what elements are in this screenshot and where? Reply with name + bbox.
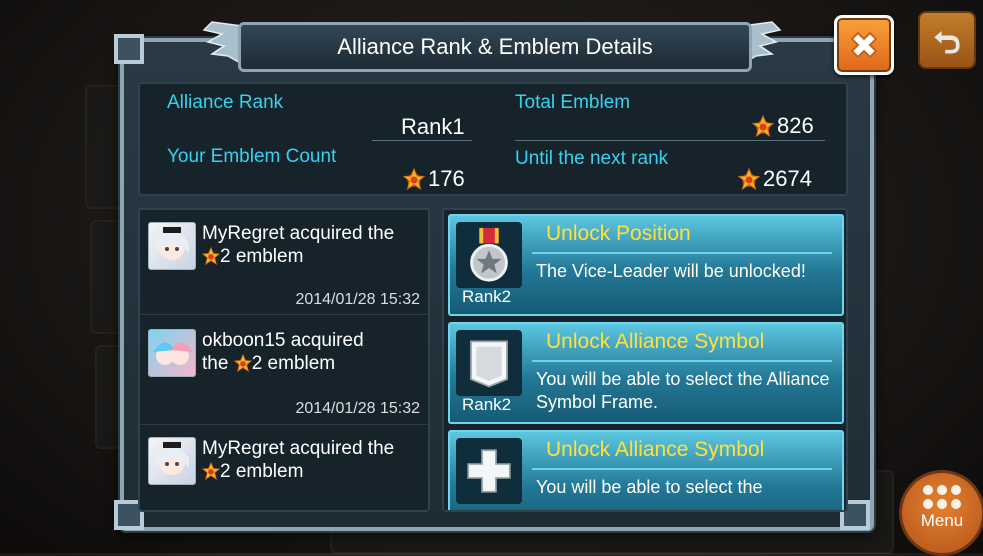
- alliance-rank-value: Rank1: [401, 114, 465, 140]
- feed-message: MyRegret acquired the 2 emblem: [202, 222, 424, 268]
- emblem-star-icon: [233, 354, 252, 372]
- divider: [372, 140, 472, 141]
- unlock-card: Rank2 Unlock Alliance Symbol You will be…: [448, 322, 844, 424]
- next-rank-text: 2674: [763, 166, 812, 191]
- total-emblem-label: Total Emblem: [515, 92, 631, 113]
- back-button[interactable]: [918, 11, 976, 69]
- next-rank-label: Until the next rank: [515, 148, 669, 169]
- dialog-corner: [114, 34, 144, 64]
- unlock-description: You will be able to select the: [536, 477, 763, 497]
- feed-message-line: 2 emblem: [251, 353, 336, 374]
- emblem-star-icon: [403, 168, 425, 190]
- feed-message-line: MyRegret acquired the: [202, 223, 395, 244]
- feed-message-line: MyRegret acquired the: [202, 438, 395, 459]
- your-emblem-text: 176: [428, 166, 465, 191]
- feed-timestamp: 2014/01/28 15:32: [295, 291, 420, 308]
- unlock-title: Unlock Alliance Symbol: [546, 330, 765, 353]
- divider: [515, 140, 825, 141]
- feed-message-line: 2 emblem: [220, 246, 304, 267]
- emblem-star-icon: [202, 462, 220, 480]
- menu-grid-icon: [902, 485, 982, 509]
- divider: [532, 252, 832, 254]
- alliance-rank-label: Alliance Rank: [167, 92, 284, 113]
- divider: [140, 314, 428, 315]
- avatar: [148, 329, 196, 377]
- your-emblem-label: Your Emblem Count: [167, 146, 337, 167]
- menu-label: Menu: [920, 511, 964, 530]
- close-button[interactable]: [834, 15, 894, 75]
- unlock-card: Unlock Alliance Symbol You will be able …: [448, 430, 844, 510]
- dialog-title: Alliance Rank & Emblem Details: [337, 34, 653, 59]
- unlock-description: You will be able to select the Alliance …: [536, 369, 830, 412]
- avatar: [148, 222, 196, 270]
- divider: [140, 424, 428, 425]
- emblem-star-icon: [202, 247, 220, 265]
- emblem-star-icon: [752, 115, 774, 137]
- feed-message-line: the: [202, 353, 229, 374]
- avatar: [148, 437, 196, 485]
- shield-frame-icon: [456, 330, 522, 396]
- unlock-rank: Rank2: [462, 395, 512, 414]
- alliance-rank-text: Rank1: [401, 114, 465, 139]
- your-emblem-value: 176: [403, 166, 465, 192]
- unlock-rank: Rank2: [462, 287, 512, 306]
- emblem-star-icon: [738, 168, 760, 190]
- medal-icon: [456, 222, 522, 288]
- total-emblem-value: 826: [752, 113, 814, 139]
- unlock-description: The Vice-Leader will be unlocked!: [536, 261, 806, 281]
- rank-unlock-list[interactable]: Rank2 Unlock Position The Vice-Leader wi…: [442, 208, 848, 512]
- unlock-card: Rank2 Unlock Position The Vice-Leader wi…: [448, 214, 844, 316]
- feed-message-line: okboon15 acquired: [202, 330, 364, 351]
- feed-message: okboon15 acquired the 2 emblem: [202, 329, 424, 375]
- dialog-title-bar: Alliance Rank & Emblem Details: [238, 22, 752, 72]
- cross-symbol-icon: [456, 438, 522, 504]
- menu-button[interactable]: Menu: [899, 470, 983, 556]
- alliance-stats-panel: Alliance Rank Rank1 Total Emblem 826 You…: [138, 82, 848, 196]
- unlock-title: Unlock Alliance Symbol: [546, 438, 765, 461]
- unlock-title: Unlock Position: [546, 222, 691, 245]
- divider: [532, 468, 832, 470]
- feed-message: MyRegret acquired the 2 emblem: [202, 437, 424, 483]
- feed-message-line: 2 emblem: [220, 461, 304, 482]
- emblem-activity-feed[interactable]: MyRegret acquired the 2 emblem 2014/01/2…: [138, 208, 430, 512]
- total-emblem-text: 826: [777, 113, 814, 138]
- next-rank-value: 2674: [738, 166, 812, 192]
- divider: [532, 360, 832, 362]
- close-icon: [850, 31, 878, 59]
- feed-timestamp: 2014/01/28 15:32: [295, 400, 420, 417]
- return-arrow-icon: [934, 31, 960, 54]
